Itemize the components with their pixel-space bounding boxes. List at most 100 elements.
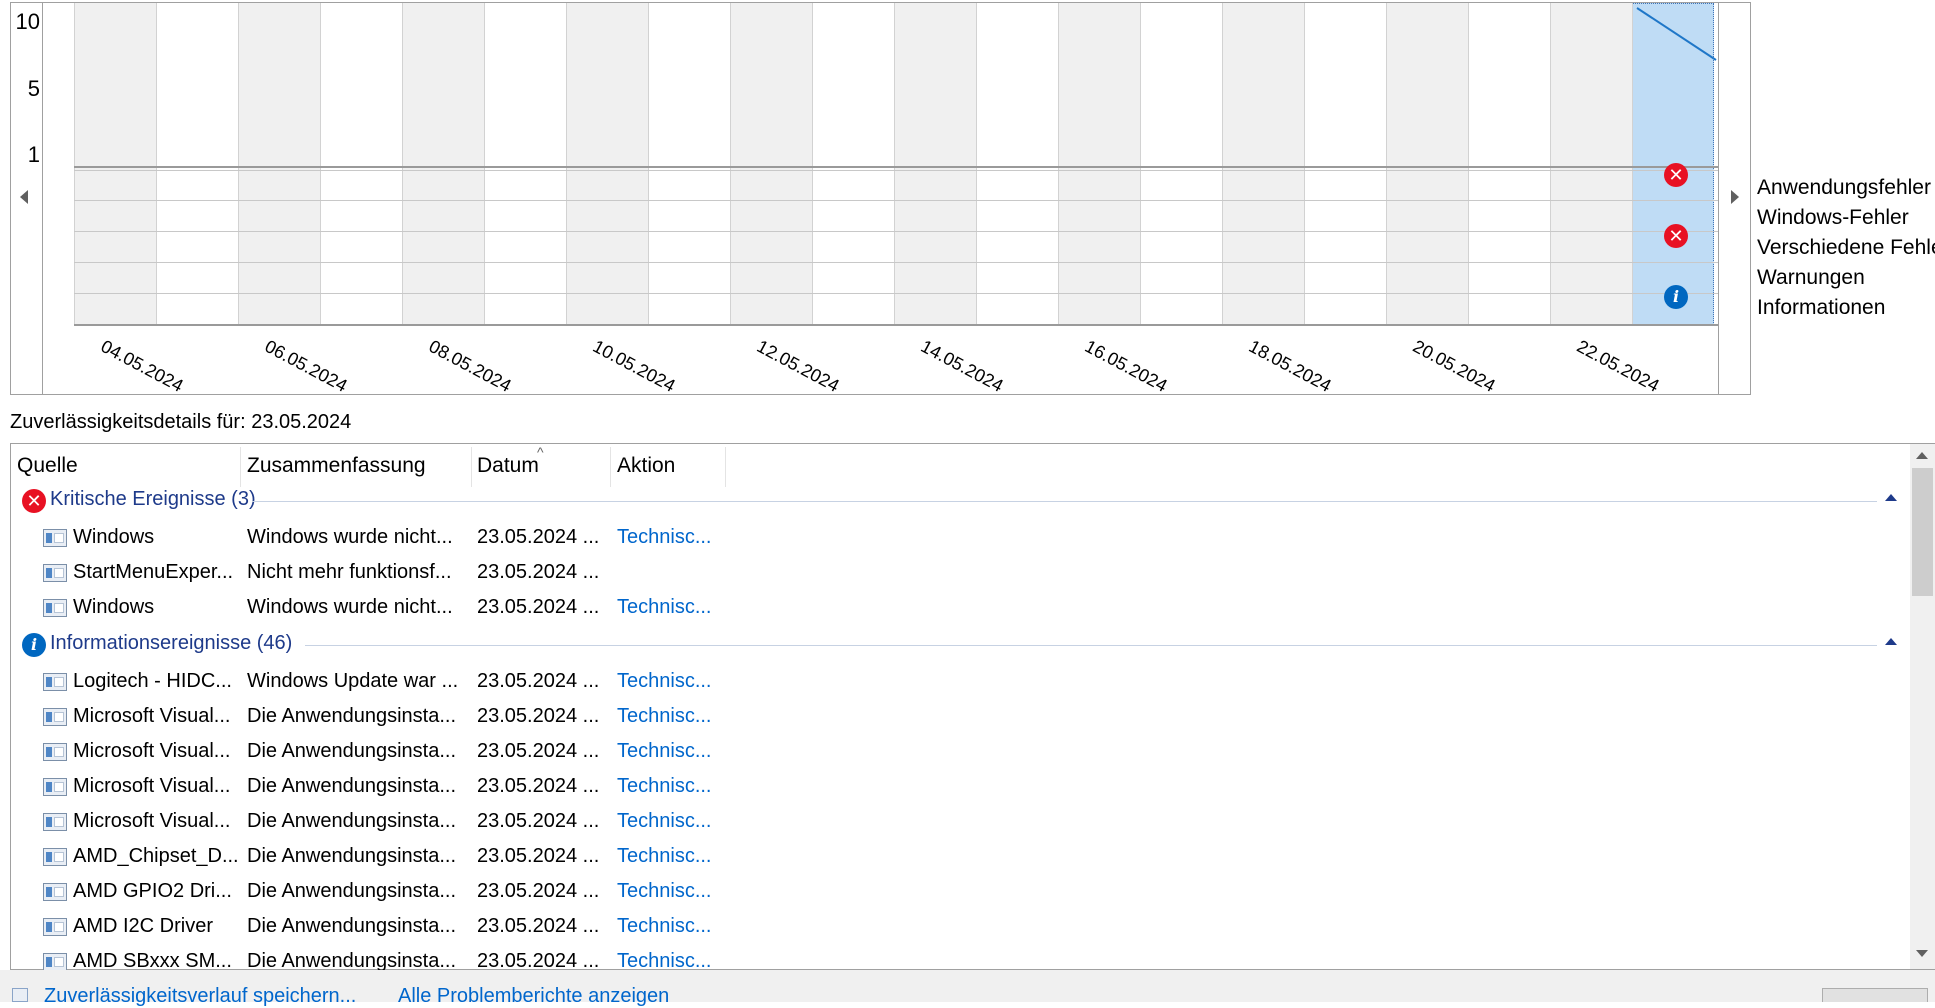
table-row[interactable]: Microsoft Visual... Die Anwendungsinsta.…	[10, 810, 1910, 844]
column-separator[interactable]	[240, 447, 241, 487]
cell-date: 23.05.2024 ...	[477, 775, 600, 797]
app-window-icon	[43, 883, 67, 901]
cell-source: Microsoft Visual...	[73, 740, 231, 762]
group-label: Kritische Ereignisse (3)	[50, 488, 256, 510]
cell-source: AMD SBxxx SM...	[73, 950, 232, 970]
table-row[interactable]: AMD_Chipset_D... Die Anwendungsinsta... …	[10, 845, 1910, 879]
table-row[interactable]: Windows Windows wurde nicht... 23.05.202…	[10, 596, 1910, 630]
legend-information: Informationen	[1757, 296, 1886, 319]
cell-source: AMD GPIO2 Dri...	[73, 880, 232, 902]
app-window-icon	[43, 708, 67, 726]
technical-details-link[interactable]: Technisc...	[617, 705, 747, 728]
cell-summary: Windows Update war ...	[247, 670, 459, 692]
cell-date: 23.05.2024 ...	[477, 740, 600, 762]
column-header-source[interactable]: Quelle	[17, 454, 78, 478]
table-row[interactable]: Windows Windows wurde nicht... 23.05.202…	[10, 526, 1910, 560]
info-icon: i	[22, 633, 46, 657]
scrollbar-thumb[interactable]	[1912, 468, 1933, 596]
cell-date: 23.05.2024 ...	[477, 810, 600, 832]
table-row[interactable]: Microsoft Visual... Die Anwendungsinsta.…	[10, 705, 1910, 739]
technical-details-link[interactable]: Technisc...	[617, 775, 747, 798]
app-window-icon	[43, 848, 67, 866]
details-title: Zuverlässigkeitsdetails für: 23.05.2024	[10, 411, 352, 433]
column-separator[interactable]	[471, 447, 472, 487]
cell-source: Microsoft Visual...	[73, 810, 231, 832]
cell-date: 23.05.2024 ...	[477, 705, 600, 727]
cell-summary: Die Anwendungsinsta...	[247, 845, 457, 867]
app-window-icon	[43, 599, 67, 617]
legend-misc-errors: Verschiedene Fehler	[1757, 236, 1935, 259]
cell-summary: Die Anwendungsinsta...	[247, 705, 457, 727]
info-marker-icon[interactable]: i	[1664, 285, 1688, 309]
cell-source: Windows	[73, 526, 155, 548]
app-window-icon	[43, 953, 67, 970]
column-header-action[interactable]: Aktion	[617, 454, 675, 478]
collapse-chevron-icon[interactable]	[1885, 494, 1897, 501]
cell-source: Microsoft Visual...	[73, 775, 231, 797]
legend-warnings: Warnungen	[1757, 266, 1865, 289]
cell-source: Microsoft Visual...	[73, 705, 231, 727]
app-window-icon	[43, 564, 67, 582]
technical-details-link[interactable]: Technisc...	[617, 915, 747, 938]
technical-details-link[interactable]: Technisc...	[617, 670, 747, 693]
group-divider	[305, 645, 1877, 646]
error-marker-icon[interactable]: ✕	[1664, 224, 1688, 248]
table-row[interactable]: Microsoft Visual... Die Anwendungsinsta.…	[10, 775, 1910, 809]
table-row[interactable]: Microsoft Visual... Die Anwendungsinsta.…	[10, 740, 1910, 774]
technical-details-link[interactable]: Technisc...	[617, 526, 747, 549]
column-separator[interactable]	[725, 447, 726, 487]
app-window-icon	[43, 743, 67, 761]
cell-date: 23.05.2024 ...	[477, 915, 600, 937]
save-document-icon	[12, 988, 28, 1002]
error-icon: ✕	[22, 489, 46, 513]
sort-ascending-icon: ^	[537, 444, 544, 460]
scroll-up-arrow-icon[interactable]	[1916, 452, 1928, 459]
error-marker-icon[interactable]: ✕	[1664, 163, 1688, 187]
technical-details-link[interactable]: Technisc...	[617, 880, 747, 903]
view-all-reports-link[interactable]: Alle Problemberichte anzeigen	[398, 985, 669, 1008]
stability-index-line	[1636, 7, 1717, 61]
table-row[interactable]: StartMenuExper... Nicht mehr funktionsf.…	[10, 561, 1910, 595]
cell-date: 23.05.2024 ...	[477, 880, 600, 902]
table-row[interactable]: AMD I2C Driver Die Anwendungsinsta... 23…	[10, 915, 1910, 949]
app-window-icon	[43, 778, 67, 796]
table-row[interactable]: AMD GPIO2 Dri... Die Anwendungsinsta... …	[10, 880, 1910, 914]
column-header-summary[interactable]: Zusammenfassung	[247, 454, 426, 478]
technical-details-link[interactable]: Technisc...	[617, 740, 747, 763]
cell-source: Windows	[73, 596, 155, 618]
column-separator[interactable]	[610, 447, 611, 487]
cell-source: AMD I2C Driver	[73, 915, 214, 937]
cell-summary: Die Anwendungsinsta...	[247, 775, 457, 797]
column-header-date[interactable]: Datum	[477, 454, 539, 478]
technical-details-link[interactable]: Technisc...	[617, 845, 747, 868]
app-window-icon	[43, 918, 67, 936]
cell-summary: Windows wurde nicht...	[247, 526, 453, 548]
cell-summary: Die Anwendungsinsta...	[247, 740, 457, 762]
group-label: Informationsereignisse (46)	[50, 632, 293, 654]
cell-summary: Nicht mehr funktionsf...	[247, 561, 452, 583]
app-window-icon	[43, 673, 67, 691]
technical-details-link[interactable]: Technisc...	[617, 810, 747, 833]
scroll-down-arrow-icon[interactable]	[1916, 950, 1928, 957]
collapse-chevron-icon[interactable]	[1885, 638, 1897, 645]
cell-date: 23.05.2024 ...	[477, 526, 600, 548]
cell-date: 23.05.2024 ...	[477, 845, 600, 867]
technical-details-link[interactable]: Technisc...	[617, 596, 747, 619]
legend-application-errors: Anwendungsfehler	[1757, 176, 1931, 199]
save-history-link[interactable]: Zuverlässigkeitsverlauf speichern...	[44, 985, 356, 1008]
app-window-icon	[43, 813, 67, 831]
table-row[interactable]: Logitech - HIDC... Windows Update war ..…	[10, 670, 1910, 704]
close-button[interactable]	[1822, 988, 1928, 1002]
technical-details-link[interactable]: Technisc...	[617, 950, 747, 970]
cell-summary: Windows wurde nicht...	[247, 596, 453, 618]
table-row[interactable]: AMD SBxxx SM... Die Anwendungsinsta... 2…	[10, 950, 1910, 970]
cell-date: 23.05.2024 ...	[477, 950, 600, 970]
cell-summary: Die Anwendungsinsta...	[247, 880, 457, 902]
cell-date: 23.05.2024 ...	[477, 596, 600, 618]
cell-summary: Die Anwendungsinsta...	[247, 950, 457, 970]
stability-line-layer	[1636, 7, 1717, 61]
group-divider	[252, 501, 1877, 502]
cell-summary: Die Anwendungsinsta...	[247, 915, 457, 937]
cell-source: Logitech - HIDC...	[73, 670, 232, 692]
cell-summary: Die Anwendungsinsta...	[247, 810, 457, 832]
